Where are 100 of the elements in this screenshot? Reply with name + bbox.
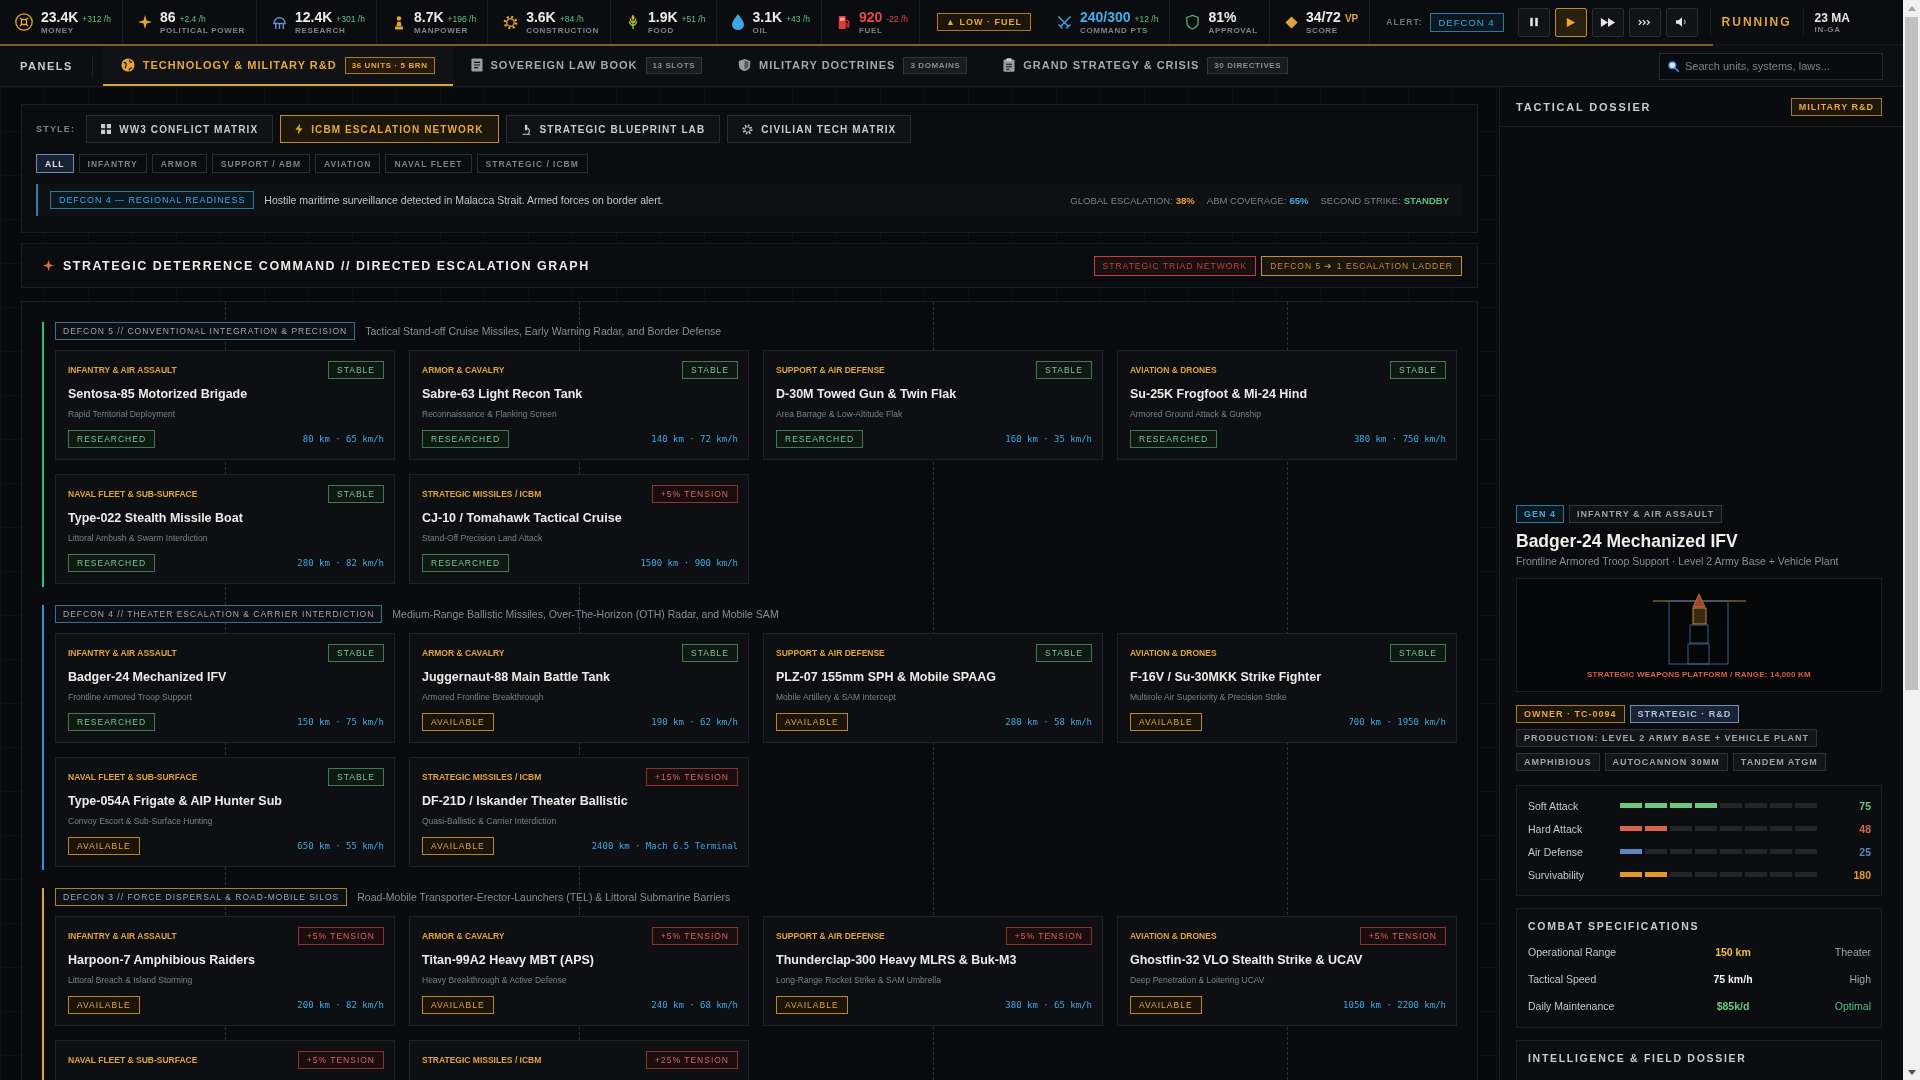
- unit-card[interactable]: INFANTRY & AIR ASSAULT STABLE Badger-24 Mechanized IFV Frontline Armored Troop Support RESEARCHED 150 km · 75 km/h: [55, 633, 395, 743]
- unit-category: NAVAL FLEET & SUB-SURFACE: [68, 772, 198, 782]
- panel-tab[interactable]: MILITARY DOCTRINES 3 DOMAINS: [720, 46, 986, 86]
- status-tag: STABLE: [1036, 644, 1092, 662]
- resource-rate: -22 /h: [886, 13, 908, 24]
- unit-role: Convoy Escort & Sub-Surface Hunting: [68, 815, 214, 827]
- unit-card[interactable]: SUPPORT & AIR DEFENSE STABLE PLZ-07 155mm SPH & Mobile SPAAG Mobile Artillery & SAM Intercept AVAILABLE 280 km · 58 km/h: [763, 633, 1103, 743]
- unit-card[interactable]: INFANTRY & AIR ASSAULT STABLE Sentosa-85 Motorized Brigade Rapid Territorial Deployment RESEARCHED 80 km · 65 km/h: [55, 350, 395, 460]
- resource-label: FOOD: [648, 25, 675, 36]
- status-tag: STABLE: [682, 644, 738, 662]
- status-tag: +25% TENSION: [646, 1051, 738, 1069]
- alert-message: Hostile maritime surveillance detected in Malacca Strait. Armed forces on border alert.: [264, 194, 664, 206]
- resource-rate: +312 /h: [82, 13, 111, 24]
- unit-card[interactable]: SUPPORT & AIR DEFENSE STABLE D-30M Towed Gun & Twin Flak Area Barrage & Low-Altitude Flak RESEARCHED 160 km · 35 km/h: [763, 350, 1103, 460]
- style-button[interactable]: ICBM ESCALATION NETWORK: [280, 115, 499, 143]
- status-tag: STABLE: [328, 768, 384, 786]
- fast-forward-icon: [1599, 16, 1616, 28]
- unit-role: Littoral Ambush & Swarm Interdiction: [68, 532, 209, 544]
- status-tag: +15% TENSION: [646, 768, 738, 786]
- play-button[interactable]: [1554, 7, 1587, 37]
- filter-chip[interactable]: ARMOR: [151, 154, 207, 173]
- info-chip: PRODUCTION: LEVEL 2 ARMY BASE + VEHICLE PLANT: [1516, 729, 1818, 747]
- spec-value: 150 km: [1714, 945, 1752, 958]
- scrollbar-thumb[interactable]: [1905, 17, 1918, 690]
- unit-card[interactable]: AVIATION & DRONES +5% TENSION Ghostfin-32 VLO Stealth Strike & UCAV Deep Penetration & Loitering UCAV AVAILABLE 1050 km · 2200 km/h: [1117, 916, 1457, 1026]
- unit-card[interactable]: STRATEGIC MISSILES / ICBM +15% TENSION DF-21D / Iskander Theater Ballistic Quasi-Ballistic & Carrier Interdiction AVAILABLE 2400 km · Mach 6.5 Terminal: [409, 757, 749, 867]
- unit-card[interactable]: AVIATION & DRONES STABLE F-16V / Su-30MKK Strike Fighter Multirole Air Superiority & Precision Strike AVAILABLE 700 km · 1950 km/h: [1117, 633, 1457, 743]
- unit-role: Rapid Territorial Deployment: [68, 408, 177, 420]
- pause-button[interactable]: [1517, 7, 1550, 37]
- resource-label: COMMAND PTS: [1079, 25, 1150, 36]
- tab-counter: 36 UNITS · 5 BRN: [344, 56, 435, 74]
- filter-chip[interactable]: STRATEGIC / ICBM: [476, 154, 588, 173]
- unit-name: Badger-24 Mechanized IFV: [68, 669, 228, 685]
- fastest-speed-button[interactable]: [1628, 7, 1661, 37]
- unit-title: Badger-24 Mechanized IFV: [1516, 530, 1739, 552]
- resource-value: 920: [858, 8, 883, 25]
- unit-card[interactable]: NAVAL FLEET & SUB-SURFACE STABLE Type-054A Frigate & AIP Hunter Sub Convoy Escort & Sub-Surface Hunting AVAILABLE 650 km · 55 km/h: [55, 757, 395, 867]
- panel-tab[interactable]: GRAND STRATEGY & CRISIS 30 DIRECTIVES: [985, 46, 1307, 86]
- filter-chip[interactable]: NAVAL FLEET: [385, 154, 472, 173]
- availability-tag: AVAILABLE: [422, 837, 494, 855]
- unit-category: AVIATION & DRONES: [1130, 365, 1217, 375]
- search-field[interactable]: Search units, systems, laws...: [1659, 52, 1883, 80]
- resource-value: 81%: [1208, 8, 1237, 25]
- unit-range: 2400 km · Mach 6.5 Terminal: [591, 841, 738, 851]
- unit-role: Deep Penetration & Loitering UCAV: [1130, 974, 1266, 986]
- resource-value: 3.1K: [752, 8, 783, 25]
- unit-name: Thunderclap-300 Heavy MLRS & Buk-M3: [776, 952, 1018, 968]
- unit-card[interactable]: NAVAL FLEET & SUB-SURFACE +5% TENSION: [55, 1040, 395, 1080]
- fuel-pump-icon: [836, 14, 851, 30]
- grid-icon: [101, 124, 112, 134]
- filter-chip[interactable]: INFANTRY: [78, 154, 147, 173]
- availability-tag: AVAILABLE: [422, 713, 494, 731]
- availability-tag: AVAILABLE: [1130, 996, 1202, 1014]
- unit-card[interactable]: ARMOR & CAVALRY STABLE Juggernaut-88 Main Battle Tank Armored Frontline Breakthrough AVAILABLE 190 km · 62 km/h: [409, 633, 749, 743]
- resource-rate: +43 /h: [786, 13, 810, 24]
- metric-label: GLOBAL ESCALATION:: [1070, 194, 1173, 206]
- unit-range: 1500 km · 900 km/h: [640, 558, 738, 568]
- resource-value: 34/72: [1305, 8, 1341, 25]
- availability-tag: RESEARCHED: [68, 713, 156, 731]
- sound-button[interactable]: [1665, 7, 1698, 37]
- panel-tab[interactable]: TECHNOLOGY & MILITARY R&D 36 UNITS · 5 BRN: [102, 46, 453, 86]
- unit-card[interactable]: INFANTRY & AIR ASSAULT +5% TENSION Harpoon-7 Amphibious Raiders Littoral Breach & Island Storming AVAILABLE 200 km · 82 km/h: [55, 916, 395, 1026]
- unit-card[interactable]: STRATEGIC MISSILES / ICBM +5% TENSION CJ-10 / Tomahawk Tactical Cruise Stand-Off Precision Land Attack RESEARCHED 1500 km · 900 km/h: [409, 474, 749, 584]
- unit-card[interactable]: AVIATION & DRONES STABLE Su-25K Frogfoot & Mi-24 Hind Armored Ground Attack & Gunship RESEARCHED 380 km · 750 km/h: [1117, 350, 1457, 460]
- gear-icon: [503, 14, 519, 30]
- document-icon: [470, 58, 483, 72]
- date-label: IN-GA: [1814, 24, 1842, 34]
- unit-role: Stand-Off Precision Land Attack: [422, 532, 544, 544]
- style-button[interactable]: CIVILIAN TECH MATRIX: [727, 115, 912, 143]
- availability-tag: RESEARCHED: [776, 430, 864, 448]
- unit-role: Long-Range Rocket Strike & SAM Umbrella: [776, 974, 942, 986]
- shield-icon: [1185, 14, 1201, 30]
- clipboard-icon: [1003, 58, 1016, 72]
- unit-card[interactable]: SUPPORT & AIR DEFENSE +5% TENSION Thunderclap-300 Heavy MLRS & Buk-M3 Long-Range Rocket Strike & SAM Umbrella AVAILABLE 380 km · 65 km/h: [763, 916, 1103, 1026]
- filter-chip[interactable]: AVIATION: [315, 154, 381, 173]
- unit-role: Multirole Air Superiority & Precision Strike: [1130, 691, 1288, 703]
- simulation-status: RUNNING: [1710, 8, 1804, 36]
- availability-tag: RESEARCHED: [68, 554, 156, 572]
- droplet-icon: [732, 14, 745, 30]
- unit-role: Quasi-Ballistic & Carrier Interdiction: [422, 815, 558, 827]
- fast-forward-button[interactable]: [1591, 7, 1624, 37]
- filter-chip[interactable]: ALL: [36, 154, 74, 173]
- unit-card[interactable]: ARMOR & CAVALRY +5% TENSION Titan-99A2 Heavy MBT (APS) Heavy Breakthrough & Active Defense AVAILABLE 240 km · 68 km/h: [409, 916, 749, 1026]
- panel-tab[interactable]: SOVEREIGN LAW BOOK 13 SLOTS: [452, 46, 721, 86]
- unit-name: Sabre-63 Light Recon Tank: [422, 386, 584, 402]
- crossed-swords-icon: [1056, 14, 1072, 30]
- unit-card[interactable]: NAVAL FLEET & SUB-SURFACE STABLE Type-022 Stealth Missile Boat Littoral Ambush & Swarm Interdiction RESEARCHED 280 km · 82 km/h: [55, 474, 395, 584]
- bolt-icon: [295, 123, 304, 135]
- unit-category: STRATEGIC MISSILES / ICBM: [422, 772, 542, 782]
- unit-category: INFANTRY & AIR ASSAULT: [68, 365, 177, 375]
- rating-value: 25: [1858, 845, 1871, 858]
- style-button[interactable]: STRATEGIC BLUEPRINT LAB: [505, 115, 721, 143]
- unit-card[interactable]: STRATEGIC MISSILES / ICBM +25% TENSION: [409, 1040, 749, 1080]
- unit-card[interactable]: ARMOR & CAVALRY STABLE Sabre-63 Light Recon Tank Reconnaissance & Flanking Screen RESEARCHED 140 km · 72 km/h: [409, 350, 749, 460]
- rating-value: 48: [1858, 822, 1871, 835]
- unit-name: Ghostfin-32 VLO Stealth Strike & UCAV: [1130, 952, 1364, 968]
- availability-tag: AVAILABLE: [1130, 713, 1202, 731]
- style-button[interactable]: WW3 CONFLICT MATRIX: [86, 115, 274, 143]
- diamond-icon: [1284, 15, 1298, 29]
- filter-chip[interactable]: SUPPORT / ABM: [211, 154, 311, 173]
